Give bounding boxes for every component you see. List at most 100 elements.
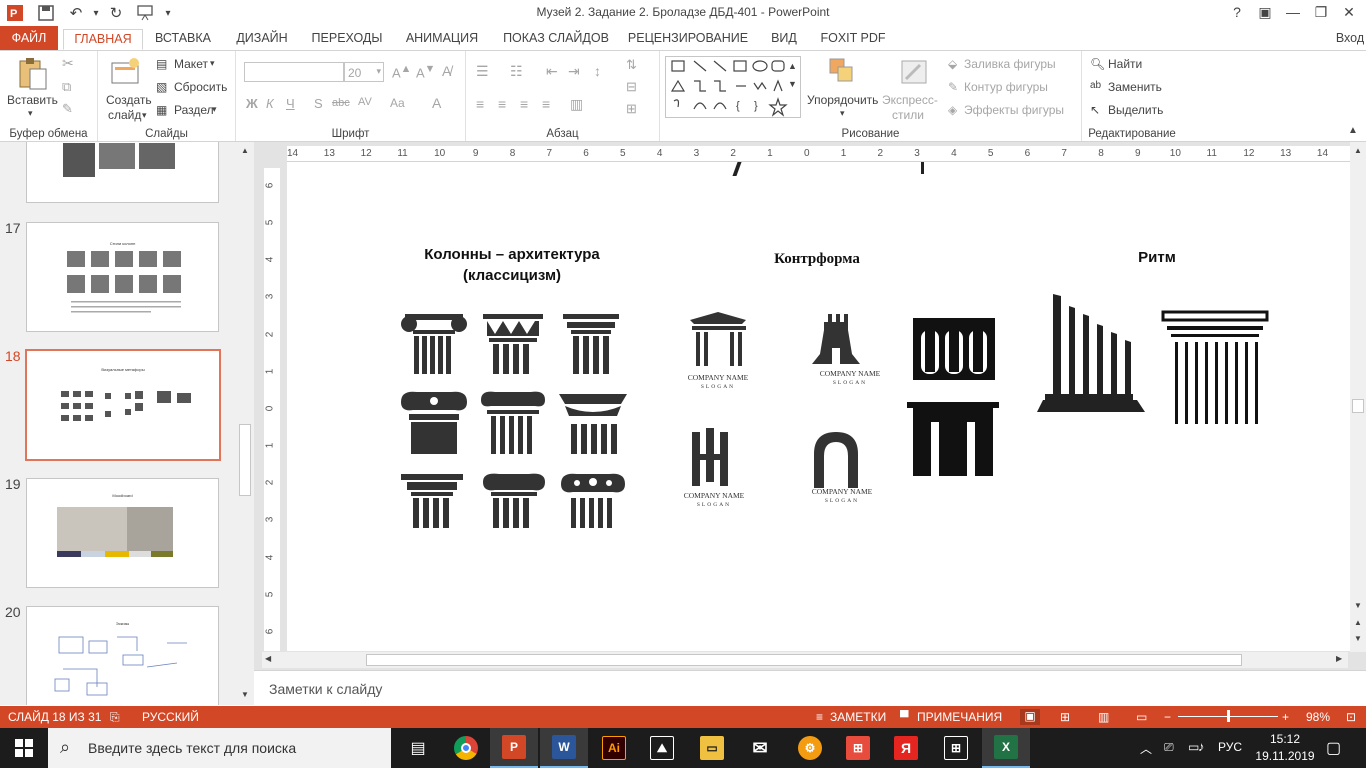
tab-animation[interactable]: АНИМАЦИЯ <box>397 29 487 50</box>
tab-view[interactable]: ВИД <box>762 29 806 50</box>
tab-insert[interactable]: ВСТАВКА <box>150 29 216 50</box>
editor-hscroll-thumb[interactable] <box>366 654 1242 666</box>
editor-scroll-thumb[interactable] <box>1352 399 1364 413</box>
network-icon[interactable]: ⎚ <box>1164 740 1174 755</box>
increase-indent-icon[interactable]: ⇥ <box>568 63 580 80</box>
collapse-ribbon-icon[interactable]: ▲ <box>1348 125 1358 136</box>
new-slide-button[interactable]: Создать <box>106 93 152 107</box>
excel-taskbar-icon[interactable]: X <box>982 728 1030 768</box>
section-button[interactable]: Раздел <box>174 103 214 117</box>
columns-icon[interactable]: ▥ <box>570 96 583 113</box>
fit-slide-icon[interactable]: ⊡ <box>1346 710 1356 724</box>
clear-format-icon[interactable]: A̸ <box>442 63 451 79</box>
find-icon[interactable]: 🔍︎ <box>1090 57 1105 71</box>
line-spacing-icon[interactable]: ↕ <box>594 63 601 79</box>
zoom-in-icon[interactable]: + <box>1282 710 1289 724</box>
font-color-icon[interactable]: A <box>432 95 441 111</box>
tab-review[interactable]: РЕЦЕНЗИРОВАНИЕ <box>625 29 751 50</box>
font-size-input[interactable]: 20 ▾ <box>344 62 384 82</box>
start-button[interactable] <box>0 728 48 768</box>
shapes-gallery[interactable]: {} <box>665 56 801 118</box>
change-case-button[interactable]: Aa <box>390 96 405 110</box>
quick-styles-button-line2[interactable]: стили <box>892 108 924 122</box>
previous-slide-icon[interactable]: ▲ <box>1354 618 1362 627</box>
clock-date[interactable]: 19.11.2019 <box>1252 749 1318 763</box>
format-painter-icon[interactable]: ✎ <box>62 101 73 117</box>
align-left-icon[interactable]: ≡ <box>476 96 484 112</box>
slide-thumbnail-17[interactable]: Стили колонн <box>26 222 219 332</box>
paste-dropdown-icon[interactable]: ▾ <box>28 108 33 119</box>
new-slide-button-line2[interactable]: слайд <box>108 108 141 122</box>
show-hidden-icons[interactable]: ︿ <box>1140 740 1152 757</box>
illustrator-icon[interactable]: Ai <box>590 728 638 768</box>
grow-font-icon[interactable]: A▲ <box>392 63 411 80</box>
thumbnails-scroll-thumb[interactable] <box>239 424 251 496</box>
shapes-scroll-up-icon[interactable]: ▲ <box>788 61 797 71</box>
layout-dropdown-icon[interactable]: ▾ <box>210 58 215 69</box>
smartart-icon[interactable]: ⊞ <box>626 101 637 117</box>
spellcheck-icon[interactable]: ⎘ <box>110 710 120 725</box>
quick-styles-icon[interactable] <box>900 57 928 87</box>
gift-app-icon[interactable]: ⊞ <box>834 728 882 768</box>
numbering-icon[interactable]: ☷ <box>510 63 523 80</box>
shrink-font-icon[interactable]: A▼ <box>416 63 435 80</box>
align-center-icon[interactable]: ≡ <box>498 96 506 112</box>
bullets-icon[interactable]: ☰ <box>476 63 489 80</box>
shape-effects-button[interactable]: Эффекты фигуры <box>964 103 1064 117</box>
arrange-icon[interactable] <box>828 57 856 87</box>
cut-icon[interactable]: ✂ <box>62 55 74 72</box>
new-slide-dropdown-icon[interactable]: ▾ <box>142 110 147 121</box>
paste-button[interactable]: Вставить <box>7 93 58 107</box>
reset-button[interactable]: Сбросить <box>174 80 227 94</box>
notifications-icon[interactable]: ▢ <box>1326 738 1341 758</box>
file-explorer-icon[interactable]: ▭ <box>688 728 736 768</box>
language-indicator[interactable]: РУССКИЙ <box>142 710 199 724</box>
layout-icon[interactable]: ▤ <box>156 57 167 71</box>
shapes-scroll-down-icon[interactable]: ▼ <box>788 79 797 89</box>
tab-transitions[interactable]: ПЕРЕХОДЫ <box>306 29 388 50</box>
zoom-level[interactable]: 98% <box>1306 710 1330 724</box>
decrease-indent-icon[interactable]: ⇤ <box>546 63 558 80</box>
slide-thumbnail-18[interactable]: Визуальные метафоры <box>25 349 221 461</box>
zoom-slider-thumb[interactable] <box>1227 710 1230 722</box>
help-button[interactable]: ? <box>1222 1 1252 23</box>
slide-thumbnail-20[interactable]: Эскизы <box>26 606 219 705</box>
task-view-icon[interactable]: ▤ <box>394 728 442 768</box>
tab-slideshow[interactable]: ПОКАЗ СЛАЙДОВ <box>497 29 615 50</box>
underline-button[interactable]: Ч <box>286 96 295 111</box>
section-dropdown-icon[interactable]: ▾ <box>212 104 217 115</box>
notes-toggle[interactable]: ЗАМЕТКИ <box>830 710 886 724</box>
align-right-icon[interactable]: ≡ <box>520 96 528 112</box>
layout-button[interactable]: Макет <box>174 57 208 71</box>
shape-outline-icon[interactable]: ✎ <box>948 80 958 94</box>
shape-outline-button[interactable]: Контур фигуры <box>964 80 1048 94</box>
yandex-browser-icon[interactable]: Я <box>882 728 930 768</box>
section-icon[interactable]: ▦ <box>156 103 167 117</box>
tab-foxit[interactable]: FOXIT PDF <box>816 29 890 50</box>
editor-vertical-scrollbar[interactable]: ▲ ▼ ▲ ▼ <box>1350 142 1366 652</box>
volume-icon[interactable]: ♪ <box>1198 739 1205 754</box>
replace-button[interactable]: Заменить <box>1108 80 1162 94</box>
select-icon[interactable]: ↖ <box>1090 103 1100 117</box>
new-slide-icon[interactable] <box>110 57 140 87</box>
scroll-right-icon[interactable]: ▶ <box>1336 654 1342 663</box>
slide-thumbnail-19[interactable]: Moodboard <box>26 478 219 588</box>
editor-horizontal-scrollbar[interactable]: ◀ ▶ <box>262 652 1348 668</box>
copy-icon[interactable]: ⧉ <box>62 79 71 95</box>
search-placeholder[interactable]: Введите здесь текст для поиска <box>88 740 296 756</box>
keyboard-language[interactable]: РУС <box>1218 740 1242 754</box>
maximize-button[interactable]: ❐ <box>1306 1 1336 23</box>
slide-sorter-icon[interactable]: ⊞ <box>1060 710 1070 724</box>
scroll-down-icon[interactable]: ▼ <box>1354 601 1362 610</box>
media-app-icon[interactable]: ⚙ <box>786 728 834 768</box>
scroll-up-icon[interactable]: ▲ <box>1354 146 1362 155</box>
notes-toggle-icon[interactable]: ≡ <box>816 710 823 724</box>
ribbon-display-icon[interactable]: ▣ <box>1250 1 1280 23</box>
mail-icon[interactable]: ✉ <box>736 728 784 768</box>
notes-pane[interactable]: Заметки к слайду <box>254 670 1366 706</box>
italic-button[interactable]: К <box>266 96 274 111</box>
justify-icon[interactable]: ≡ <box>542 96 550 112</box>
zoom-slider[interactable] <box>1178 710 1278 722</box>
tab-design[interactable]: ДИЗАЙН <box>229 29 295 50</box>
quick-styles-button[interactable]: Экспресс- <box>882 93 938 107</box>
